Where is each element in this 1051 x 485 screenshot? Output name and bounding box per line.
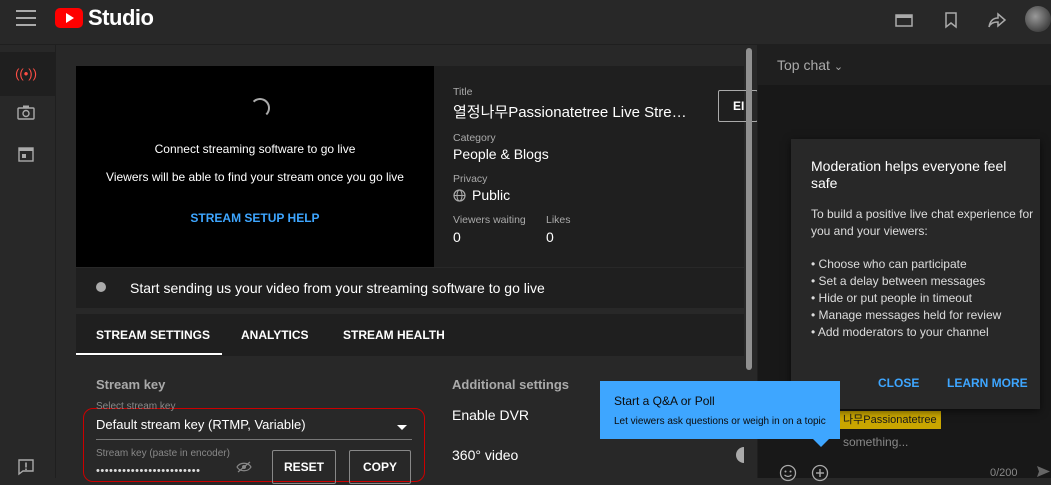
viewers-waiting-label: Viewers waiting xyxy=(453,214,526,226)
emoji-icon[interactable] xyxy=(779,464,799,484)
studio-brand[interactable]: Studio xyxy=(88,5,154,31)
likes-value: 0 xyxy=(546,229,554,245)
copy-button[interactable]: COPY xyxy=(349,450,411,484)
chat-mode-dropdown[interactable]: Top chat ⌄ xyxy=(777,57,843,73)
stream-key-field[interactable]: •••••••••••••••••••••••• xyxy=(96,465,200,477)
learn-more-button[interactable]: LEARN MORE xyxy=(947,376,1028,390)
reset-button[interactable]: RESET xyxy=(272,450,336,484)
chevron-down-icon: ⌄ xyxy=(833,61,844,73)
likes-label: Likes xyxy=(546,214,571,226)
enable-dvr-label: Enable DVR xyxy=(452,407,530,423)
globe-icon xyxy=(453,189,466,207)
tooltip-title: Start a Q&A or Poll xyxy=(614,394,715,408)
status-dot-icon xyxy=(96,282,106,292)
menu-icon[interactable] xyxy=(16,10,36,26)
scrollbar[interactable] xyxy=(746,48,752,370)
tab-stream-health[interactable]: STREAM HEALTH xyxy=(343,328,445,342)
moderation-title: Moderation helps everyone feel safe xyxy=(811,158,1007,191)
bookmark-icon[interactable] xyxy=(940,10,962,32)
loading-spinner-icon xyxy=(250,98,270,118)
add-icon[interactable] xyxy=(811,464,831,484)
category-label: Category xyxy=(453,132,496,144)
moderation-bullet: • Manage messages held for review xyxy=(811,308,1002,322)
tooltip-subtitle: Let viewers ask questions or weigh in on… xyxy=(614,416,826,427)
send-icon[interactable] xyxy=(1036,465,1051,483)
chevron-down-icon[interactable] xyxy=(397,425,407,430)
edit-button[interactable]: EI xyxy=(718,90,758,122)
close-button[interactable]: CLOSE xyxy=(878,376,919,390)
character-counter: 0/200 xyxy=(990,467,1018,479)
video-360-toggle[interactable] xyxy=(736,447,744,463)
youtube-logo[interactable] xyxy=(55,8,83,28)
chat-input[interactable]: something... xyxy=(843,435,908,449)
chat-title: Top chat xyxy=(777,57,830,73)
visibility-off-icon[interactable] xyxy=(236,461,252,476)
status-message: Start sending us your video from your st… xyxy=(130,280,545,296)
stream-setup-help-link[interactable]: STREAM SETUP HELP xyxy=(76,211,434,225)
moderation-bullet: • Set a delay between messages xyxy=(811,274,986,288)
privacy-value: Public xyxy=(472,187,511,203)
privacy-label: Privacy xyxy=(453,173,488,185)
moderation-bullet: • Add moderators to your channel xyxy=(811,325,989,339)
stream-key-select[interactable]: Default stream key (RTMP, Variable) xyxy=(96,417,306,432)
moderation-bullet: • Hide or put people in timeout xyxy=(811,291,972,305)
category-value: People & Blogs xyxy=(453,146,549,162)
clapperboard-icon[interactable] xyxy=(893,10,915,32)
avatar[interactable] xyxy=(1025,6,1051,32)
moderation-bullet: • Choose who can participate xyxy=(811,257,967,271)
select-stream-key-label: Select stream key xyxy=(96,401,176,412)
video-360-label: 360° video xyxy=(452,447,519,463)
stream-title: 열정나무Passionatetree Live Stre… xyxy=(453,104,687,121)
share-icon[interactable] xyxy=(986,10,1008,32)
stream-info-panel xyxy=(434,66,744,267)
qa-poll-tooltip[interactable] xyxy=(600,381,840,439)
live-broadcast-icon[interactable]: ((•)) xyxy=(14,62,38,86)
feedback-icon[interactable] xyxy=(14,458,38,482)
additional-settings-heading: Additional settings xyxy=(452,377,569,392)
stream-key-field-label: Stream key (paste in encoder) xyxy=(96,448,230,459)
tab-analytics[interactable]: ANALYTICS xyxy=(241,328,309,342)
calendar-icon[interactable] xyxy=(14,145,38,169)
preview-message: Connect streaming software to go live xyxy=(154,142,356,156)
title-label: Title xyxy=(453,86,473,98)
moderation-body: To build a positive live chat experience… xyxy=(811,207,1034,238)
select-underline xyxy=(96,439,412,440)
active-tab-indicator xyxy=(76,353,222,355)
camera-icon[interactable] xyxy=(14,104,38,128)
tooltip-arrow xyxy=(813,439,829,447)
stream-key-heading: Stream key xyxy=(96,377,166,392)
stream-preview xyxy=(76,66,434,267)
tab-stream-settings[interactable]: STREAM SETTINGS xyxy=(96,328,210,342)
chat-username: 나무Passionatetree xyxy=(839,411,941,429)
viewers-waiting-value: 0 xyxy=(453,229,461,245)
preview-subtext: Viewers will be able to find your stream… xyxy=(106,170,404,184)
